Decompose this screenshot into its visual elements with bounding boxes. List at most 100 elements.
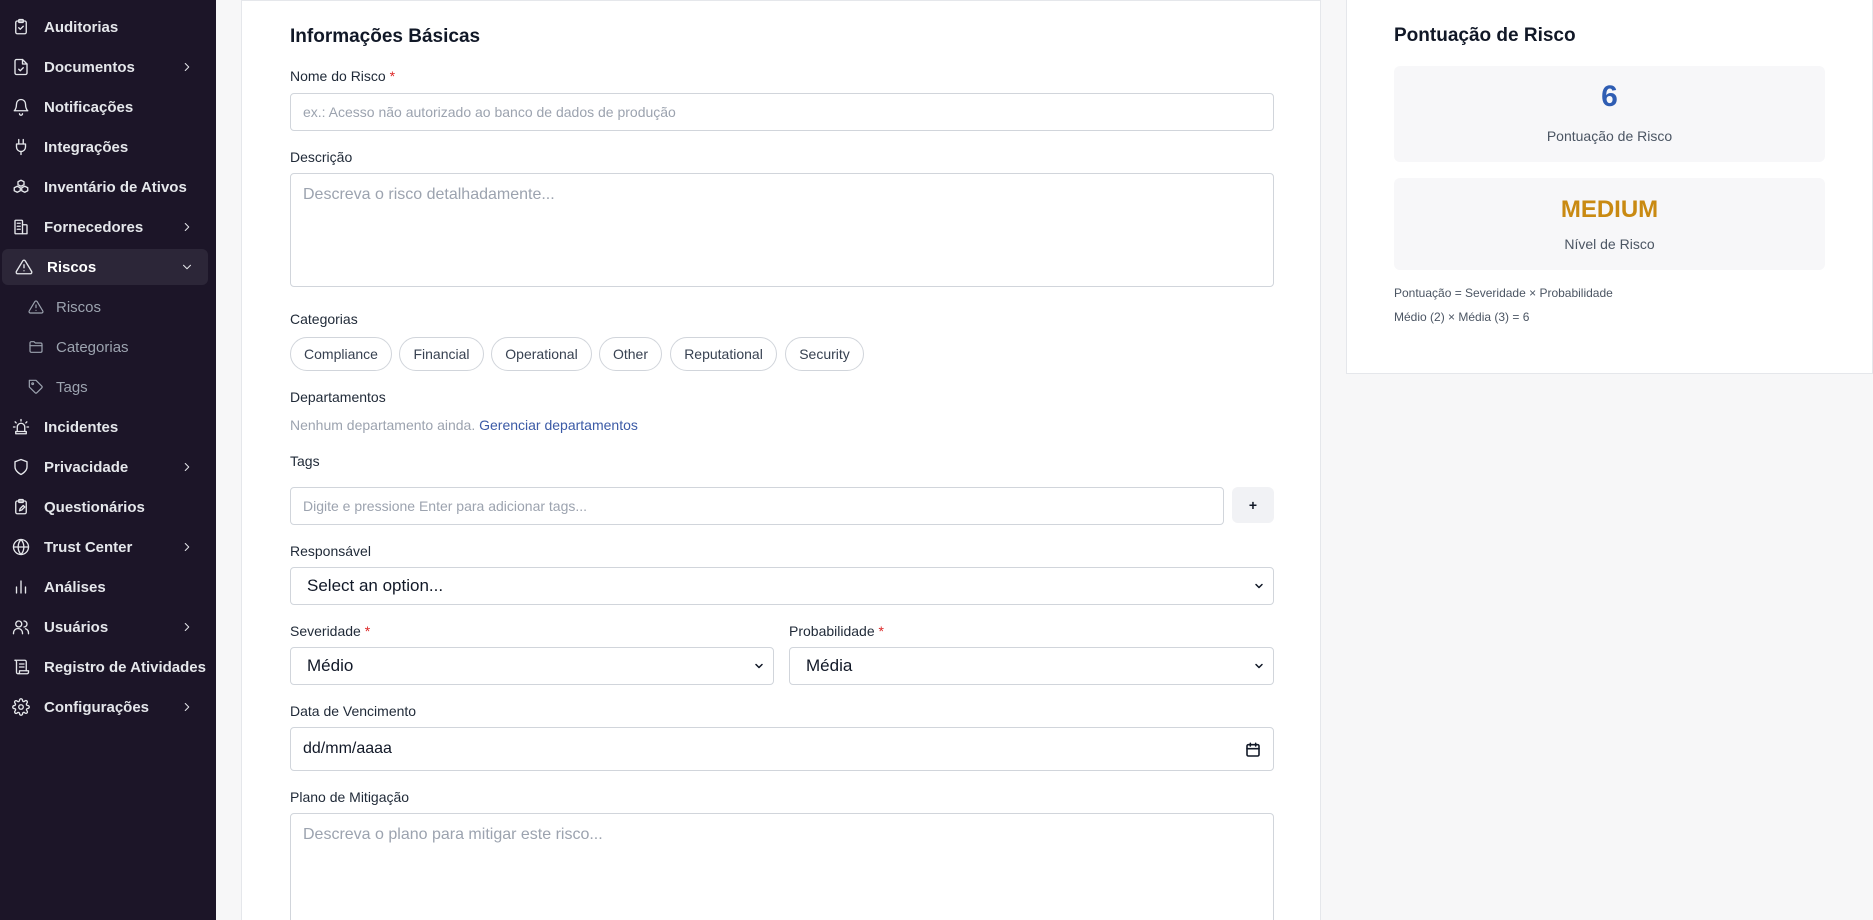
category-chip-other[interactable]: Other bbox=[599, 337, 662, 371]
sidebar-item-label: Configurações bbox=[44, 699, 150, 716]
chevron-right-icon bbox=[184, 62, 190, 72]
sidebar-item-fornecedores[interactable]: Fornecedores bbox=[0, 209, 208, 245]
sidebar-item-auditorias[interactable]: Auditorias bbox=[0, 9, 208, 45]
warning-triangle-icon bbox=[15, 259, 33, 275]
sidebar-item-label: Riscos bbox=[47, 259, 97, 276]
sidebar-item-label: Integrações bbox=[44, 139, 129, 156]
warning-triangle-icon bbox=[28, 300, 44, 314]
sidebar-item-label: Documentos bbox=[44, 59, 135, 76]
mitigation-label: Plano de Mitigação bbox=[290, 789, 410, 805]
chevron-right-icon bbox=[184, 542, 190, 552]
chevron-down-icon bbox=[755, 663, 763, 669]
sidebar-item-documentos[interactable]: Documentos bbox=[0, 49, 208, 85]
score-calculation: Médio (2) × Média (3) = 6 bbox=[1394, 310, 1530, 324]
sidebar: Auditorias Documentos Notificações Integ… bbox=[0, 0, 216, 920]
bell-icon bbox=[13, 98, 29, 116]
sidebar-item-incidentes[interactable]: Incidentes bbox=[0, 409, 208, 445]
boxes-icon bbox=[13, 179, 29, 193]
siren-icon bbox=[12, 418, 30, 435]
departments-empty-text: Nenhum departamento ainda. bbox=[290, 417, 476, 433]
sidebar-item-label: Usuários bbox=[44, 619, 109, 636]
sidebar-item-label: Inventário de Ativos bbox=[44, 179, 187, 196]
severity-label: Severidade * bbox=[290, 623, 370, 639]
probability-label: Probabilidade * bbox=[789, 623, 884, 639]
due-date-placeholder: dd/mm/aaaa bbox=[303, 740, 392, 757]
due-date-input[interactable]: dd/mm/aaaa bbox=[290, 727, 1274, 771]
probability-select[interactable]: Média bbox=[789, 647, 1274, 685]
sidebar-subitem-riscos[interactable]: Riscos bbox=[0, 290, 208, 324]
categories-label: Categorias bbox=[290, 311, 358, 327]
sidebar-item-configuracoes[interactable]: Configurações bbox=[0, 689, 208, 725]
sidebar-subitem-label: Riscos bbox=[56, 299, 102, 316]
sidebar-subitem-tags[interactable]: Tags bbox=[0, 370, 208, 404]
sidebar-item-registro-de-atividades[interactable]: Registro de Atividades bbox=[0, 649, 208, 685]
category-chip-security[interactable]: Security bbox=[785, 337, 864, 371]
document-check-icon bbox=[14, 58, 28, 76]
gear-icon bbox=[12, 698, 30, 716]
required-mark: * bbox=[878, 623, 884, 639]
chevron-right-icon bbox=[184, 702, 190, 712]
risk-score-box: 6 Pontuação de Risco bbox=[1394, 66, 1825, 162]
sidebar-item-privacidade[interactable]: Privacidade bbox=[0, 449, 208, 485]
sidebar-item-usuarios[interactable]: Usuários bbox=[0, 609, 208, 645]
sidebar-item-inventario-de-ativos[interactable]: Inventário de Ativos bbox=[0, 169, 208, 205]
building-icon bbox=[14, 219, 28, 235]
score-panel-title: Pontuação de Risco bbox=[1394, 25, 1576, 46]
category-chip-compliance[interactable]: Compliance bbox=[290, 337, 392, 371]
sidebar-item-label: Privacidade bbox=[44, 459, 129, 476]
calendar-icon bbox=[1246, 742, 1260, 757]
description-textarea[interactable]: Descreva o risco detalhadamente... bbox=[290, 173, 1274, 287]
add-tag-button[interactable]: + bbox=[1232, 487, 1274, 523]
sidebar-subitem-label: Categorias bbox=[56, 339, 129, 356]
clipboard-check-icon bbox=[15, 18, 27, 35]
sidebar-item-label: Questionários bbox=[44, 499, 145, 516]
shield-icon bbox=[14, 458, 28, 476]
scroll-log-icon bbox=[14, 659, 30, 675]
risk-name-placeholder: ex.: Acesso não autorizado ao banco de d… bbox=[303, 104, 676, 120]
departments-label: Departamentos bbox=[290, 389, 386, 405]
owner-select[interactable]: Select an option... bbox=[290, 567, 1274, 605]
chevron-right-icon bbox=[184, 622, 190, 632]
chevron-right-icon bbox=[184, 462, 190, 472]
risk-score-card: Pontuação de Risco 6 Pontuação de Risco … bbox=[1346, 0, 1873, 374]
required-mark: * bbox=[389, 68, 396, 84]
category-chip-financial[interactable]: Financial bbox=[399, 337, 484, 371]
tags-placeholder: Digite e pressione Enter para adicionar … bbox=[303, 498, 588, 514]
probability-selected-value: Média bbox=[806, 656, 853, 675]
sidebar-item-riscos[interactable]: Riscos bbox=[2, 249, 208, 285]
folder-icon bbox=[29, 341, 43, 353]
risk-form-card: Informações Básicas Nome do Risco * ex.:… bbox=[241, 0, 1321, 920]
plug-icon bbox=[15, 138, 27, 156]
tag-icon bbox=[28, 379, 43, 394]
globe-icon bbox=[12, 538, 30, 556]
risk-level-box: MEDIUM Nível de Risco bbox=[1394, 178, 1825, 270]
risk-name-input[interactable]: ex.: Acesso não autorizado ao banco de d… bbox=[290, 93, 1274, 131]
sidebar-item-questionarios[interactable]: Questionários bbox=[0, 489, 208, 525]
category-chip-operational[interactable]: Operational bbox=[491, 337, 592, 371]
owner-label: Responsável bbox=[290, 543, 371, 559]
sidebar-item-notificacoes[interactable]: Notificações bbox=[0, 89, 208, 125]
manage-departments-link[interactable]: Gerenciar departamentos bbox=[479, 417, 638, 433]
sidebar-item-label: Fornecedores bbox=[44, 219, 144, 236]
sidebar-item-trust-center[interactable]: Trust Center bbox=[0, 529, 208, 565]
score-formula: Pontuação = Severidade × Probabilidade bbox=[1394, 286, 1613, 300]
mitigation-textarea[interactable]: Descreva o plano para mitigar este risco… bbox=[290, 813, 1274, 920]
required-mark: * bbox=[364, 623, 371, 639]
category-chip-reputational[interactable]: Reputational bbox=[670, 337, 777, 371]
sidebar-item-label: Auditorias bbox=[44, 19, 119, 36]
chevron-down-icon bbox=[182, 264, 192, 270]
due-date-label: Data de Vencimento bbox=[290, 703, 417, 719]
sidebar-subitem-categorias[interactable]: Categorias bbox=[0, 330, 208, 364]
description-label: Descrição bbox=[290, 149, 353, 165]
chevron-down-icon bbox=[1255, 583, 1263, 589]
sidebar-item-integracoes[interactable]: Integrações bbox=[0, 129, 208, 165]
departments-empty: Nenhum departamento ainda. Gerenciar dep… bbox=[290, 417, 638, 433]
tags-input[interactable]: Digite e pressione Enter para adicionar … bbox=[290, 487, 1224, 525]
risk-level-value: MEDIUM bbox=[1560, 196, 1659, 223]
sidebar-subitem-label: Tags bbox=[56, 379, 88, 396]
sidebar-item-label: Registro de Atividades bbox=[44, 659, 206, 676]
severity-select[interactable]: Médio bbox=[290, 647, 774, 685]
sidebar-item-label: Notificações bbox=[44, 99, 134, 116]
sidebar-item-analises[interactable]: Análises bbox=[0, 569, 208, 605]
sidebar-item-label: Incidentes bbox=[44, 419, 119, 436]
